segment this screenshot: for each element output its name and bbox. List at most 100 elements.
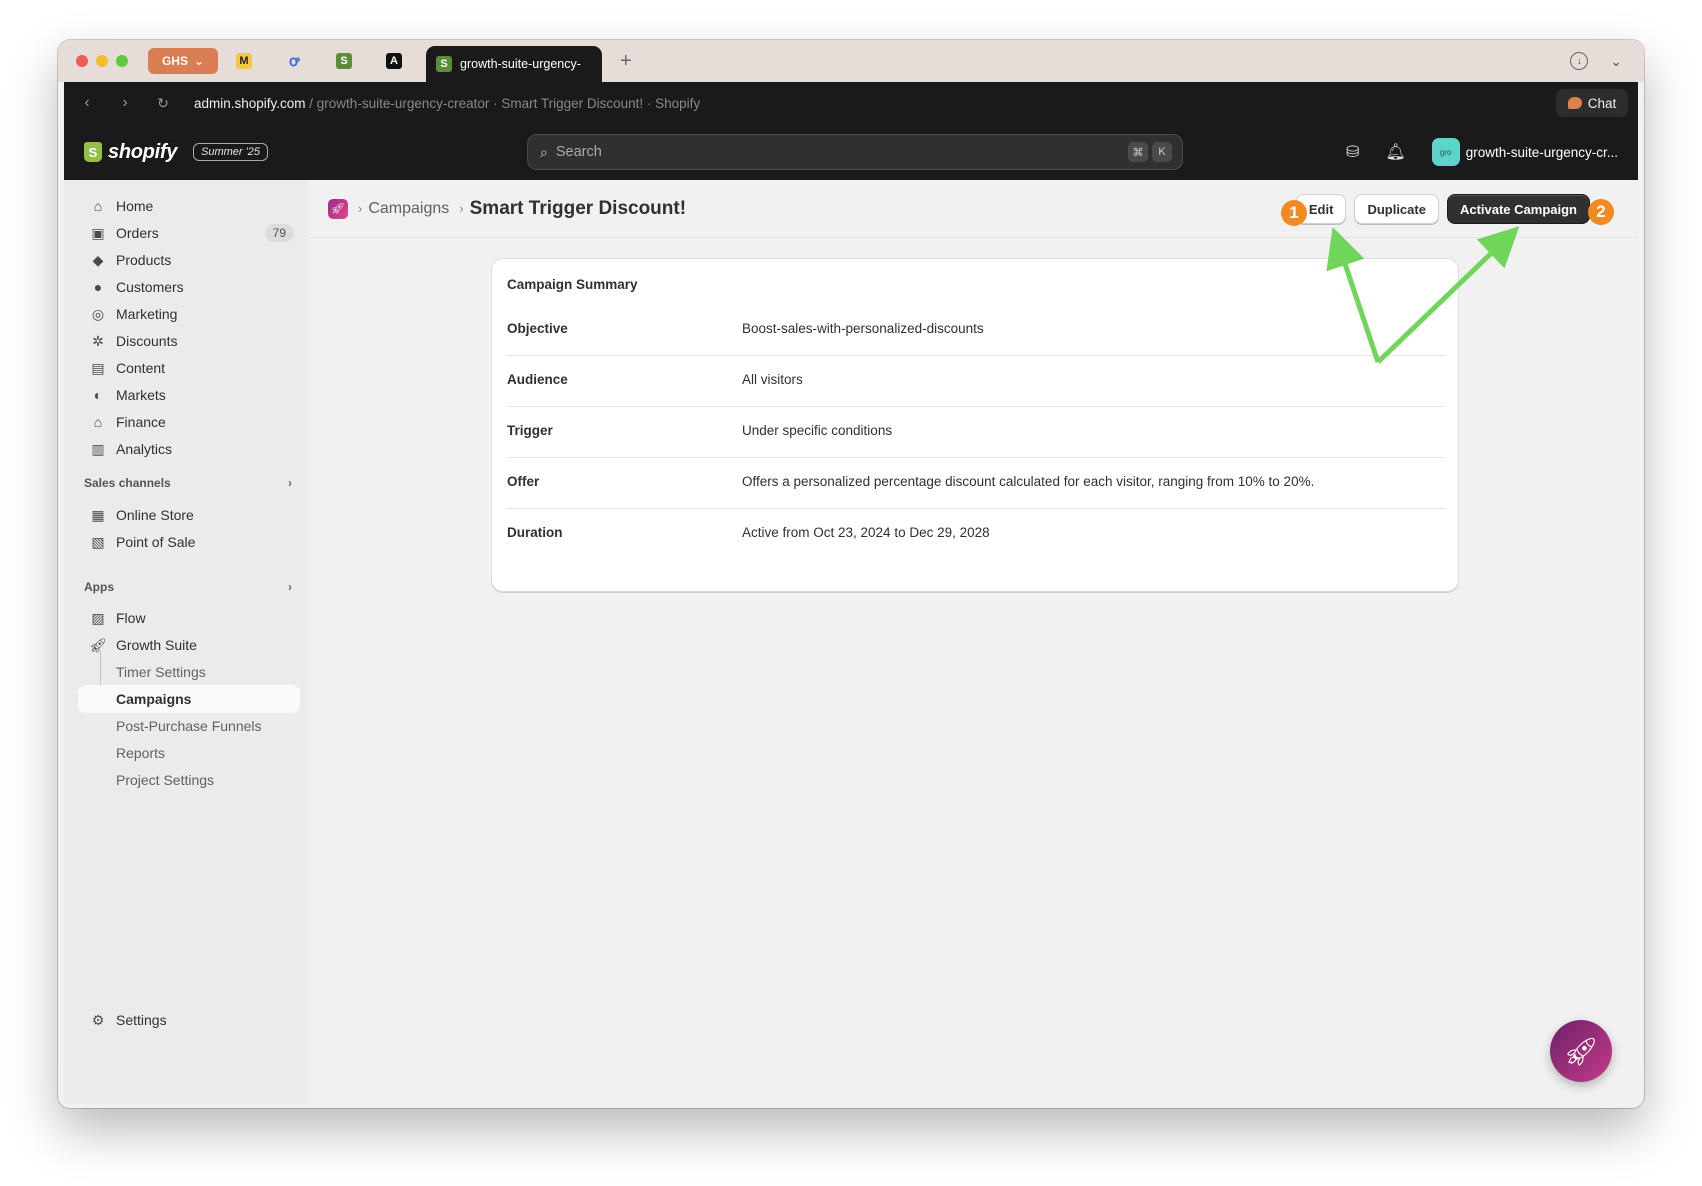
target-icon: ◎ [91,305,105,322]
sidebar-item-orders[interactable]: ▣ Orders 79 [78,219,300,247]
store-menu-button[interactable]: gro growth-suite-urgency-cr... [1431,138,1618,166]
section-heading-label: Sales channels [84,476,171,490]
orders-count-badge: 79 [264,224,294,242]
sidekick-icon[interactable]: ⛁ [1346,142,1359,162]
summary-key: Audience [507,371,568,387]
page-title: Smart Trigger Discount! [469,197,687,219]
sidebar-item-products[interactable]: ◆ Products [78,246,300,274]
globe-icon: ◐ [93,387,103,403]
browser-window: GHS ⌄ M ꝍ S A S growth-suite-urgency- + … [58,40,1644,1108]
sidebar-item-campaigns[interactable]: Campaigns [78,685,300,713]
summary-value: Active from Oct 23, 2024 to Dec 29, 2028 [742,525,990,540]
sidebar-item-project-settings[interactable]: Project Settings [78,766,300,794]
reload-icon[interactable]: ↻ [144,95,182,112]
sales-channels-heading[interactable]: Sales channels › [84,476,292,490]
summary-value: All visitors [742,371,803,387]
sidebar-item-marketing[interactable]: ◎ Marketing [78,300,300,328]
store-name: growth-suite-urgency-cr... [1465,144,1618,160]
minimize-window-button[interactable] [96,55,108,67]
growth-suite-app-icon[interactable]: 🚀︎ [328,198,348,219]
sidebar-item-label: Orders [116,225,159,241]
sidebar-item-home[interactable]: ⌂ Home [78,192,300,220]
sidebar-item-markets[interactable]: ◐ Markets [78,381,300,409]
breadcrumb-separator: › [459,201,464,216]
shopify-bag-icon: S [436,56,452,72]
url-field[interactable]: admin.shopify.com / growth-suite-urgency… [194,96,700,111]
sidebar-item-discounts[interactable]: ✲ Discounts [78,327,300,355]
sidebar-item-settings[interactable]: ⚙ Settings [78,1006,300,1034]
gear-icon: ⚙ [91,1011,105,1028]
summary-key: Offer [507,473,540,489]
sidebar-item-label: Settings [116,1012,167,1028]
sidebar-item-label: Project Settings [116,772,215,788]
sidebar-item-label: Marketing [116,306,178,322]
sidebar-item-growth-suite[interactable]: 🚀︎ Growth Suite [78,631,300,659]
summary-row-objective: Objective Boost-sales-with-personalized-… [507,301,1445,356]
sidebar-item-reports[interactable]: Reports [78,739,300,767]
chevron-right-icon: › [288,580,292,594]
campaign-summary-card: Campaign Summary Objective Boost-sales-w… [491,258,1459,592]
summary-row-trigger: Trigger Under specific conditions [507,403,1445,458]
bell-icon[interactable]: 🔔︎ [1385,142,1405,162]
address-bar: ‹ › ↻ admin.shopify.com / growth-suite-u… [64,82,1638,124]
sidebar-item-label: Post-Purchase Funnels [116,718,262,734]
chevron-down-icon: ⌄ [193,54,205,68]
sidebar-item-label: Discounts [116,333,178,349]
tab-group-label: GHS [161,54,188,68]
sidebar-item-label: Customers [116,279,184,295]
sidebar-item-point-of-sale[interactable]: ▧ Point of Sale [78,528,300,556]
section-heading-label: Apps [84,580,114,594]
url-path: / growth-suite-urgency-creator · Smart T… [305,95,701,111]
forward-icon[interactable]: › [106,94,144,112]
pinned-tab-shopify[interactable]: S [320,45,368,77]
new-tab-button[interactable]: + [620,50,632,73]
sidebar-item-label: Timer Settings [116,664,206,680]
shopify-logo[interactable]: S shopify Summer '25 [84,141,268,164]
rocket-icon: 🚀︎ [89,636,107,653]
chat-button[interactable]: Chat [1556,89,1628,117]
back-icon[interactable]: ‹ [68,94,106,112]
summary-key: Objective [507,320,568,336]
command-key: ⌘ [1128,142,1148,162]
sidebar-item-analytics[interactable]: ▥ Analytics [78,435,300,463]
chat-label: Chat [1587,95,1617,111]
logo-text: shopify [108,140,178,163]
edition-badge: Summer '25 [193,143,268,161]
main-content: 🚀︎ › Campaigns › Smart Trigger Discount!… [308,180,1638,1104]
sidebar-item-label: Point of Sale [116,534,196,550]
summary-key: Trigger [507,422,553,438]
shopify-bag-icon: S [336,53,352,69]
a-icon: A [386,53,402,69]
sidebar-item-customers[interactable]: ● Customers [78,273,300,301]
sidebar-item-timer-settings[interactable]: Timer Settings [78,658,300,686]
sidebar-item-flow[interactable]: ▨ Flow [78,604,300,632]
chevron-down-icon[interactable]: ⌄ [1610,53,1622,70]
close-window-button[interactable] [76,55,88,67]
rocket-icon: 🚀︎ [1563,1035,1599,1067]
download-icon[interactable]: ↓ [1570,52,1589,70]
sidebar-item-content[interactable]: ▤ Content [78,354,300,382]
activate-campaign-button[interactable]: Activate Campaign [1446,194,1590,224]
sidebar-item-label: Content [116,360,166,376]
breadcrumb-campaigns[interactable]: Campaigns [368,200,449,218]
maximize-window-button[interactable] [116,55,128,67]
growth-suite-launcher-button[interactable]: 🚀︎ [1550,1020,1612,1082]
sidebar-item-online-store[interactable]: ▦ Online Store [78,501,300,529]
content-icon: ▤ [91,359,105,376]
duplicate-button[interactable]: Duplicate [1354,194,1439,224]
admin-header: S shopify Summer '25 ⌕ Search ⌘ K ⛁ 🔔︎ g… [64,124,1638,180]
search-input[interactable]: ⌕ Search ⌘ K [527,134,1183,170]
pinned-tab-a[interactable]: A [370,45,418,77]
active-tab[interactable]: S growth-suite-urgency- [426,46,602,82]
m-icon: M [236,53,252,69]
sidebar-item-post-purchase-funnels[interactable]: Post-Purchase Funnels [78,712,300,740]
summary-value: Boost-sales-with-personalized-discounts [742,320,984,336]
apps-heading[interactable]: Apps › [84,580,292,594]
shopify-bag-icon: S [84,142,102,162]
tab-group-pill[interactable]: GHS ⌄ [148,48,218,74]
sidebar-item-label: Products [116,252,172,268]
sidebar-item-finance[interactable]: ⌂ Finance [78,408,300,436]
pinned-tab-o[interactable]: ꝍ [270,45,318,77]
pinned-tab-m[interactable]: M [220,45,268,77]
sidebar: ⌂ Home ▣ Orders 79 ◆ Products ● Customer… [64,180,308,1104]
